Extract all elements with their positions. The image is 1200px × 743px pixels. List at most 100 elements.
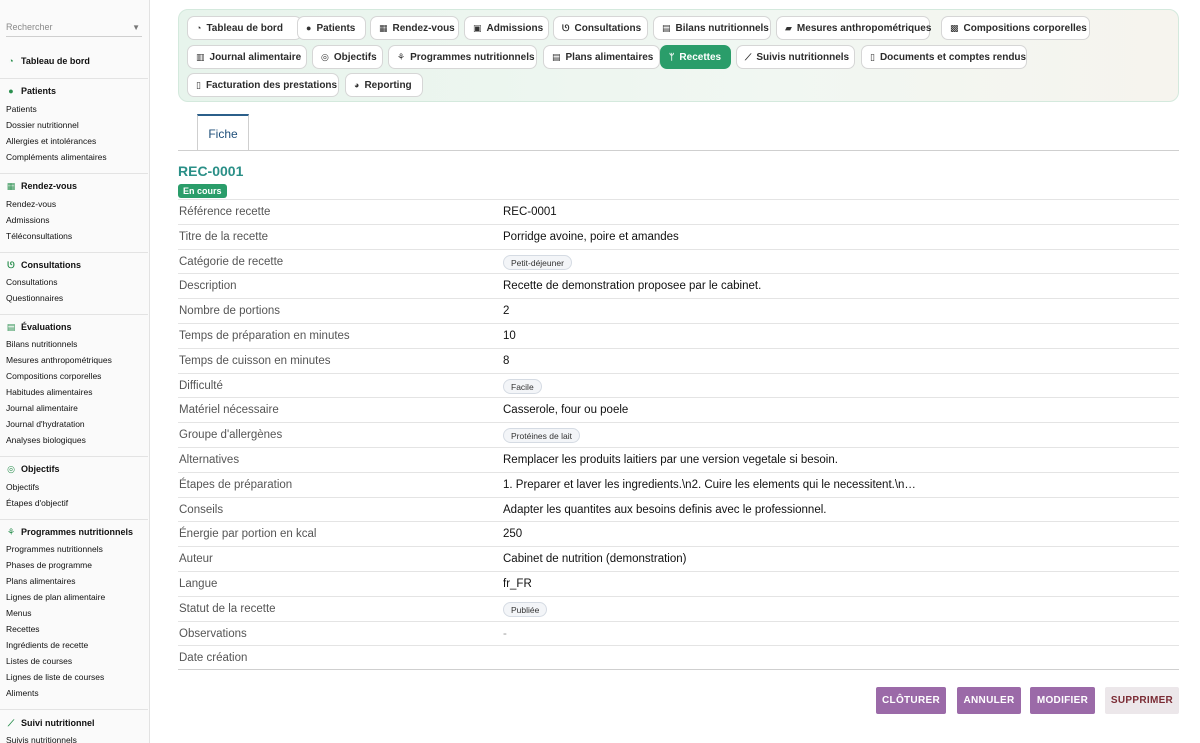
menu-item-1[interactable]: ● Patients <box>297 16 366 40</box>
sidebar-group-0[interactable]: ◔ Tableau de bord <box>6 54 90 68</box>
sidebar-group-2[interactable]: ▦ Rendez-vous <box>6 179 77 193</box>
sidebar-item[interactable]: Rendez-vous <box>6 198 56 210</box>
tab-fiche[interactable]: Fiche <box>197 114 249 151</box>
field-value: Recette de demonstration proposee par le… <box>503 280 762 293</box>
menu-item-2[interactable]: ▦ Rendez-vous <box>370 16 459 40</box>
stethoscope-icon: ᘎ <box>7 260 15 270</box>
menu-item-7[interactable]: ▩ Compositions corporelles <box>941 16 1090 40</box>
sidebar-item[interactable]: Recettes <box>6 623 40 635</box>
sidebar-group-title: Tableau de bord <box>21 56 90 66</box>
ruler-icon: ▰ <box>785 23 792 33</box>
scale-icon: ▩ <box>950 23 959 33</box>
field-value: Cabinet de nutrition (demonstration) <box>503 553 687 566</box>
field-label: Titre de la recette <box>179 230 269 243</box>
sidebar-item[interactable]: Questionnaires <box>6 292 63 304</box>
menu-item-4[interactable]: ᘎ Consultations <box>553 16 648 40</box>
sidebar-group-1[interactable]: ● Patients <box>6 84 56 98</box>
sidebar-item[interactable]: Aliments <box>6 687 39 699</box>
cloturer-button[interactable]: CLÔTURER <box>876 687 946 714</box>
sidebar-item[interactable]: Objectifs <box>6 481 39 493</box>
sidebar-divider <box>0 456 148 457</box>
user-icon: ● <box>306 23 312 33</box>
modifier-button[interactable]: MODIFIER <box>1030 687 1095 714</box>
module-menu: ◔ Tableau de bord ● Patients ▦ Rendez-vous ▣ Ad… <box>178 9 1179 102</box>
sidebar-item[interactable]: Téléconsultations <box>6 230 72 242</box>
sidebar-group-7[interactable]: ⟋ Suivi nutritionnel <box>6 716 95 730</box>
sidebar-group-6[interactable]: ⚘ Programmes nutritionnels <box>6 525 133 539</box>
field-value: REC-0001 <box>503 206 557 218</box>
menu-item-label: Compositions corporelles <box>963 23 1087 34</box>
field-value: - <box>503 627 507 640</box>
menu-item-3[interactable]: ▣ Admissions <box>464 16 549 40</box>
sidebar-group-title: Évaluations <box>21 322 72 332</box>
field-row: Langue fr_FR <box>178 570 1179 596</box>
sidebar-item[interactable]: Étapes d'objectif <box>6 497 68 509</box>
sidebar-item[interactable]: Menus <box>6 607 32 619</box>
field-label: Difficulté <box>179 379 223 392</box>
menu-item-label: Journal alimentaire <box>209 52 302 63</box>
sidebar-group-4[interactable]: ▤ Évaluations <box>6 320 72 334</box>
sidebar-item[interactable]: Lignes de plan alimentaire <box>6 591 105 603</box>
menu-item-5[interactable]: ▤ Bilans nutritionnels <box>653 16 771 40</box>
sidebar-item[interactable]: Consultations <box>6 276 58 288</box>
sidebar-item[interactable]: Listes de courses <box>6 655 72 667</box>
field-value: 8 <box>503 354 510 367</box>
menu-item-6[interactable]: ▰ Mesures anthropométriques <box>776 16 931 40</box>
sidebar-item[interactable]: Habitudes alimentaires <box>6 386 92 398</box>
field-row: Référence recette REC-0001 <box>178 199 1179 224</box>
document-icon: ▯ <box>870 52 875 62</box>
menu-item-14[interactable]: ▯ Documents et comptes rendus <box>861 45 1027 69</box>
search-input[interactable]: Rechercher ▼ <box>6 18 142 37</box>
sidebar-item[interactable]: Programmes nutritionnels <box>6 543 103 555</box>
sidebar-item[interactable]: Journal alimentaire <box>6 402 78 414</box>
chart-line-icon: ⟋ <box>7 718 15 728</box>
field-row: Date création <box>178 645 1179 671</box>
menu-item-16[interactable]: ◕ Reporting <box>345 73 423 97</box>
sidebar-item[interactable]: Ingrédients de recette <box>6 639 88 651</box>
menu-item-8[interactable]: ▥ Journal alimentaire <box>187 45 307 69</box>
field-value: Porridge avoine, poire et amandes <box>503 230 679 243</box>
field-label: Description <box>179 280 237 293</box>
sidebar-item[interactable]: Dossier nutritionnel <box>6 119 79 131</box>
sidebar-item[interactable]: Phases de programme <box>6 559 92 571</box>
sidebar-group-title: Rendez-vous <box>21 181 78 191</box>
annuler-button[interactable]: ANNULER <box>957 687 1021 714</box>
menu-item-0[interactable]: ◔ Tableau de bord <box>187 16 302 40</box>
sidebar-item[interactable]: Allergies et intolérances <box>6 135 96 147</box>
field-row: Difficulté Facile <box>178 372 1179 398</box>
field-row: Statut de la recette Publiée <box>178 595 1179 621</box>
menu-item-9[interactable]: ◎ Objectifs <box>312 45 383 69</box>
supprimer-button[interactable]: SUPPRIMER <box>1105 687 1179 714</box>
menu-item-11[interactable]: ▤ Plans alimentaires <box>543 45 660 69</box>
sidebar-item[interactable]: Patients <box>6 103 37 115</box>
chevron-down-icon[interactable]: ▼ <box>132 18 140 37</box>
sidebar-divider <box>0 709 148 710</box>
user-icon: ● <box>8 86 14 96</box>
sidebar-group-5[interactable]: ◎ Objectifs <box>6 462 59 476</box>
menu-item-12[interactable]: ᛘ Recettes <box>660 45 731 69</box>
search-placeholder: Rechercher <box>6 22 53 32</box>
menu-item-15[interactable]: ▯ Facturation des prestations <box>187 73 339 97</box>
sidebar-divider <box>0 519 148 520</box>
sidebar-item[interactable]: Mesures anthropométriques <box>6 354 112 366</box>
field-value: 2 <box>503 305 510 318</box>
sidebar-item[interactable]: Suivis nutritionnels <box>6 734 77 743</box>
menu-item-13[interactable]: ⟋ Suivis nutritionnels <box>736 45 855 69</box>
sidebar-item[interactable]: Bilans nutritionnels <box>6 338 77 350</box>
field-row: Auteur Cabinet de nutrition (demonstratio… <box>178 546 1179 571</box>
sidebar-item[interactable]: Compositions corporelles <box>6 370 101 382</box>
field-label: Référence recette <box>179 206 271 218</box>
field-label: Conseils <box>179 503 224 516</box>
field-value: Adapter les quantites aux besoins defini… <box>503 503 827 516</box>
sidebar-group-3[interactable]: ᘎ Consultations <box>6 258 81 272</box>
sidebar-item[interactable]: Analyses biologiques <box>6 434 86 446</box>
sidebar-item[interactable]: Compléments alimentaires <box>6 151 107 163</box>
utensils-icon: ᛘ <box>669 52 675 62</box>
field-row: Temps de cuisson en minutes 8 <box>178 347 1179 373</box>
sidebar-item[interactable]: Journal d'hydratation <box>6 418 85 430</box>
menu-item-10[interactable]: ⚘ Programmes nutritionnels <box>388 45 537 69</box>
sidebar-item[interactable]: Lignes de liste de courses <box>6 671 104 683</box>
field-label: Langue <box>179 577 218 590</box>
sidebar-item[interactable]: Admissions <box>6 214 49 226</box>
sidebar-item[interactable]: Plans alimentaires <box>6 575 75 587</box>
